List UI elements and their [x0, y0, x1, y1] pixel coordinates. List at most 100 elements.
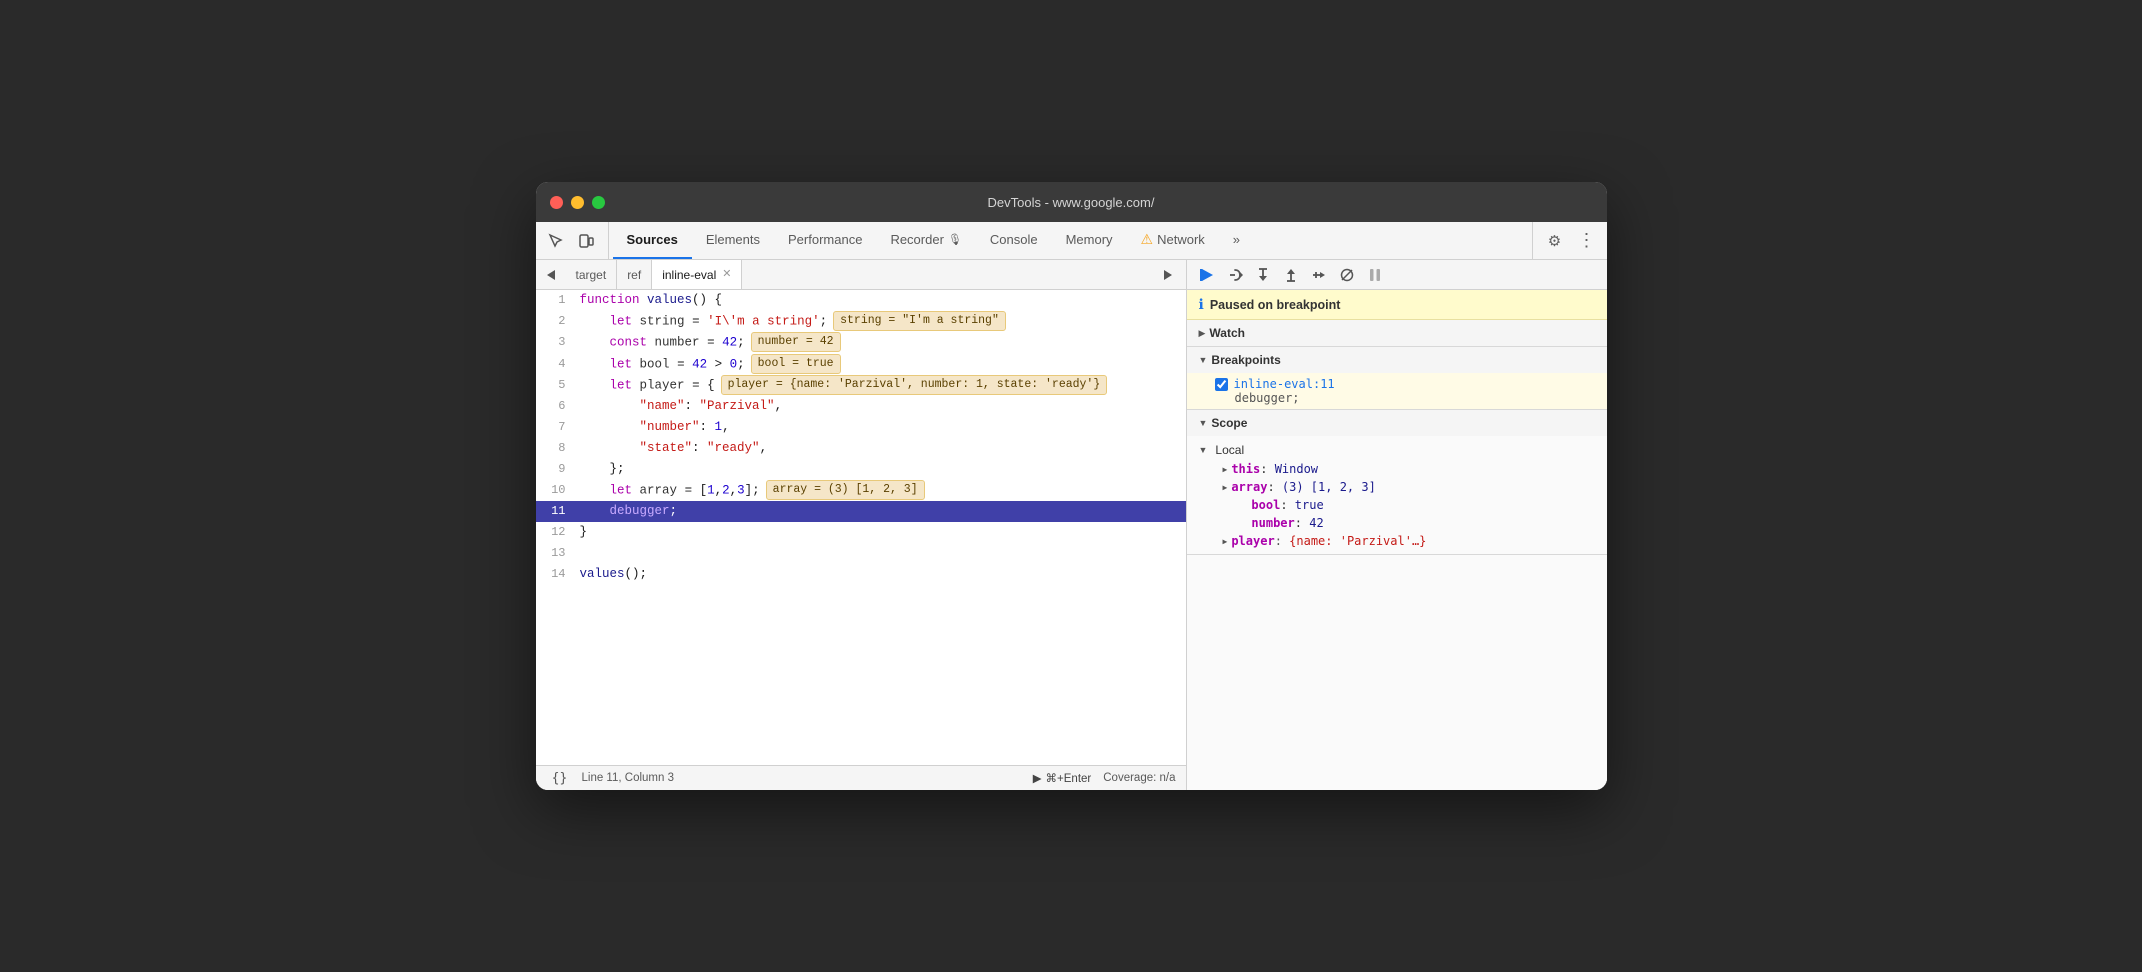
code-line-10: 10 let array = [1,2,3];array = (3) [1, 2…: [536, 480, 1186, 501]
inline-eval-2: string = "I'm a string": [833, 311, 1006, 331]
tab-sources[interactable]: Sources: [613, 222, 692, 259]
scope-local-header[interactable]: ▼ Local: [1199, 440, 1595, 460]
scope-local-label: Local: [1215, 443, 1244, 457]
breakpoint-file: inline-eval:11: [1234, 377, 1335, 391]
code-line-11: 11 debugger;: [536, 501, 1186, 522]
recorder-icon: 🎙: [948, 233, 962, 246]
run-label: ⌘+Enter: [1046, 771, 1092, 785]
titlebar: DevTools - www.google.com/: [536, 182, 1607, 222]
tab-more[interactable]: »: [1219, 222, 1254, 259]
inspect-icon[interactable]: [542, 227, 570, 255]
toolbar-right: ⚙ ⋮: [1532, 222, 1601, 259]
inline-eval-3: number = 42: [751, 332, 841, 352]
cursor-position: Line 11, Column 3: [582, 772, 674, 784]
code-line-7: 7 "number": 1,: [536, 417, 1186, 438]
pause-on-exceptions-button[interactable]: [1363, 263, 1387, 287]
step-out-button[interactable]: [1279, 263, 1303, 287]
code-line-1: 1 function values() {: [536, 290, 1186, 311]
file-tabs-right: [1154, 261, 1182, 289]
scope-item-player[interactable]: player: {name: 'Parzival'…}: [1199, 532, 1595, 550]
watch-section: ▶ Watch: [1187, 320, 1607, 347]
coverage-label: Coverage: n/a: [1103, 772, 1175, 784]
inline-eval-10: array = (3) [1, 2, 3]: [766, 480, 925, 500]
scope-triangle: ▼: [1199, 418, 1208, 428]
run-icon: ▶: [1033, 771, 1042, 785]
debug-toolbar: [1187, 260, 1607, 290]
file-tab-target[interactable]: target: [566, 260, 618, 289]
scope-item-bool: bool: true: [1199, 496, 1595, 514]
code-line-13: 13: [536, 543, 1186, 564]
breakpoints-section: ▼ Breakpoints inline-eval:11 debugger;: [1187, 347, 1607, 410]
scope-local: ▼ Local this: Window array: (3) [1, 2, 3…: [1187, 436, 1607, 554]
main-tabs: Sources Elements Performance Recorder 🎙 …: [613, 222, 1532, 259]
file-tab-inline-eval[interactable]: inline-eval ✕: [652, 260, 742, 289]
tab-performance[interactable]: Performance: [774, 222, 876, 259]
breakpoint-entry: inline-eval:11 debugger;: [1187, 373, 1607, 409]
breakpoint-checkbox[interactable]: [1215, 378, 1228, 391]
code-line-12: 12 }: [536, 522, 1186, 543]
resume-button[interactable]: [1195, 263, 1219, 287]
minimize-button[interactable]: [571, 196, 584, 209]
tab-network[interactable]: ⚠ Network: [1127, 222, 1219, 259]
watch-triangle: ▶: [1199, 328, 1206, 339]
inline-eval-5: player = {name: 'Parzival', number: 1, s…: [721, 375, 1108, 395]
notice-icon: ℹ: [1199, 296, 1204, 313]
step-over-button[interactable]: [1223, 263, 1247, 287]
watch-label: Watch: [1209, 326, 1245, 340]
tab-console[interactable]: Console: [976, 222, 1052, 259]
maximize-button[interactable]: [592, 196, 605, 209]
main-toolbar: Sources Elements Performance Recorder 🎙 …: [536, 222, 1607, 260]
scope-section-header[interactable]: ▼ Scope: [1187, 410, 1607, 436]
code-line-9: 9 };: [536, 459, 1186, 480]
inline-eval-4: bool = true: [751, 354, 841, 374]
settings-button[interactable]: ⚙: [1541, 227, 1569, 255]
close-button[interactable]: [550, 196, 563, 209]
scope-item-array[interactable]: array: (3) [1, 2, 3]: [1199, 478, 1595, 496]
run-snippet-button[interactable]: ▶ ⌘+Enter: [1033, 771, 1092, 785]
breakpoints-label: Breakpoints: [1211, 353, 1280, 367]
format-code-button[interactable]: {}: [546, 764, 574, 790]
breakpoint-notice: ℹ Paused on breakpoint: [1187, 290, 1607, 320]
right-panel: ℹ Paused on breakpoint ▶ Watch ▼ Breakpo…: [1187, 260, 1607, 790]
step-button[interactable]: [1307, 263, 1331, 287]
code-line-6: 6 "name": "Parzival",: [536, 396, 1186, 417]
code-line-4: 4 let bool = 42 > 0;bool = true: [536, 354, 1186, 375]
breakpoint-code: debugger;: [1215, 391, 1595, 405]
code-line-5: 5 let player = {player = {name: 'Parziva…: [536, 375, 1186, 396]
scope-item-this[interactable]: this: Window: [1199, 460, 1595, 478]
code-line-3: 3 const number = 42;number = 42: [536, 332, 1186, 353]
breakpoint-line1: inline-eval:11: [1215, 377, 1595, 391]
filetab-nav-back[interactable]: [540, 264, 562, 286]
code-editor[interactable]: 1 function values() { 2 let string = 'I\…: [536, 290, 1186, 765]
more-options-button[interactable]: ⋮: [1573, 227, 1601, 255]
status-bar-right: ▶ ⌘+Enter Coverage: n/a: [1033, 771, 1176, 785]
traffic-lights: [550, 196, 605, 209]
notice-text: Paused on breakpoint: [1210, 298, 1341, 312]
breakpoints-triangle: ▼: [1199, 355, 1208, 365]
code-line-8: 8 "state": "ready",: [536, 438, 1186, 459]
file-tab-close-icon[interactable]: ✕: [722, 269, 731, 280]
scope-section: ▼ Scope ▼ Local this: Window array:: [1187, 410, 1607, 555]
tab-memory[interactable]: Memory: [1052, 222, 1127, 259]
watch-section-header[interactable]: ▶ Watch: [1187, 320, 1607, 346]
code-line-2: 2 let string = 'I\'m a string';string = …: [536, 311, 1186, 332]
step-into-button[interactable]: [1251, 263, 1275, 287]
tab-elements[interactable]: Elements: [692, 222, 774, 259]
deactivate-breakpoints-button[interactable]: [1335, 263, 1359, 287]
status-bar: {} Line 11, Column 3 ▶ ⌘+Enter Coverage:…: [536, 765, 1186, 790]
file-tabs: target ref inline-eval ✕: [536, 260, 1186, 290]
code-line-14: 14 values();: [536, 564, 1186, 585]
filetab-nav-right[interactable]: [1154, 261, 1182, 289]
device-mode-icon[interactable]: [572, 227, 600, 255]
window-title: DevTools - www.google.com/: [988, 195, 1155, 210]
devtools-window: DevTools - www.google.com/ Sources Eleme…: [536, 182, 1607, 790]
tab-recorder[interactable]: Recorder 🎙: [876, 222, 975, 259]
network-warning-icon: ⚠: [1141, 231, 1154, 248]
main-content: target ref inline-eval ✕: [536, 260, 1607, 790]
more-tabs-icon: »: [1233, 232, 1240, 247]
file-tab-ref[interactable]: ref: [617, 260, 652, 289]
left-panel: target ref inline-eval ✕: [536, 260, 1187, 790]
toolbar-icons: [542, 222, 609, 259]
breakpoints-section-header[interactable]: ▼ Breakpoints: [1187, 347, 1607, 373]
scope-label: Scope: [1211, 416, 1247, 430]
